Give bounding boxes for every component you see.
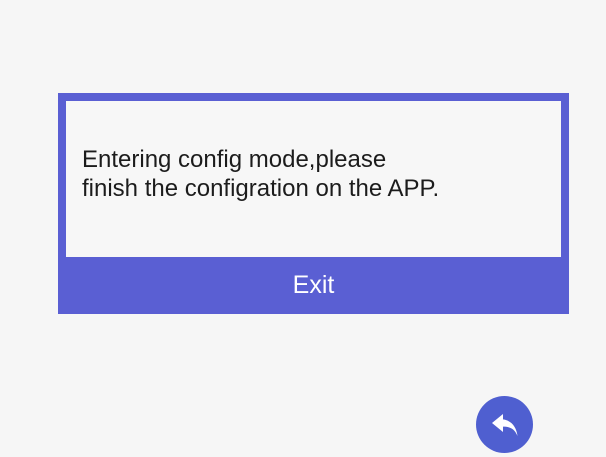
exit-button[interactable]: Exit [58, 257, 569, 314]
dialog-message: Entering config mode,please finish the c… [82, 145, 547, 203]
config-dialog: Entering config mode,please finish the c… [58, 93, 569, 314]
dialog-message-panel: Entering config mode,please finish the c… [66, 101, 561, 257]
dialog-message-line-2: finish the configration on the APP. [82, 175, 440, 202]
back-button[interactable] [476, 396, 533, 453]
config-mode-screen: Entering config mode,please finish the c… [0, 0, 606, 457]
dialog-message-line-1: Entering config mode,please [82, 146, 387, 173]
back-arrow-icon [491, 413, 517, 436]
